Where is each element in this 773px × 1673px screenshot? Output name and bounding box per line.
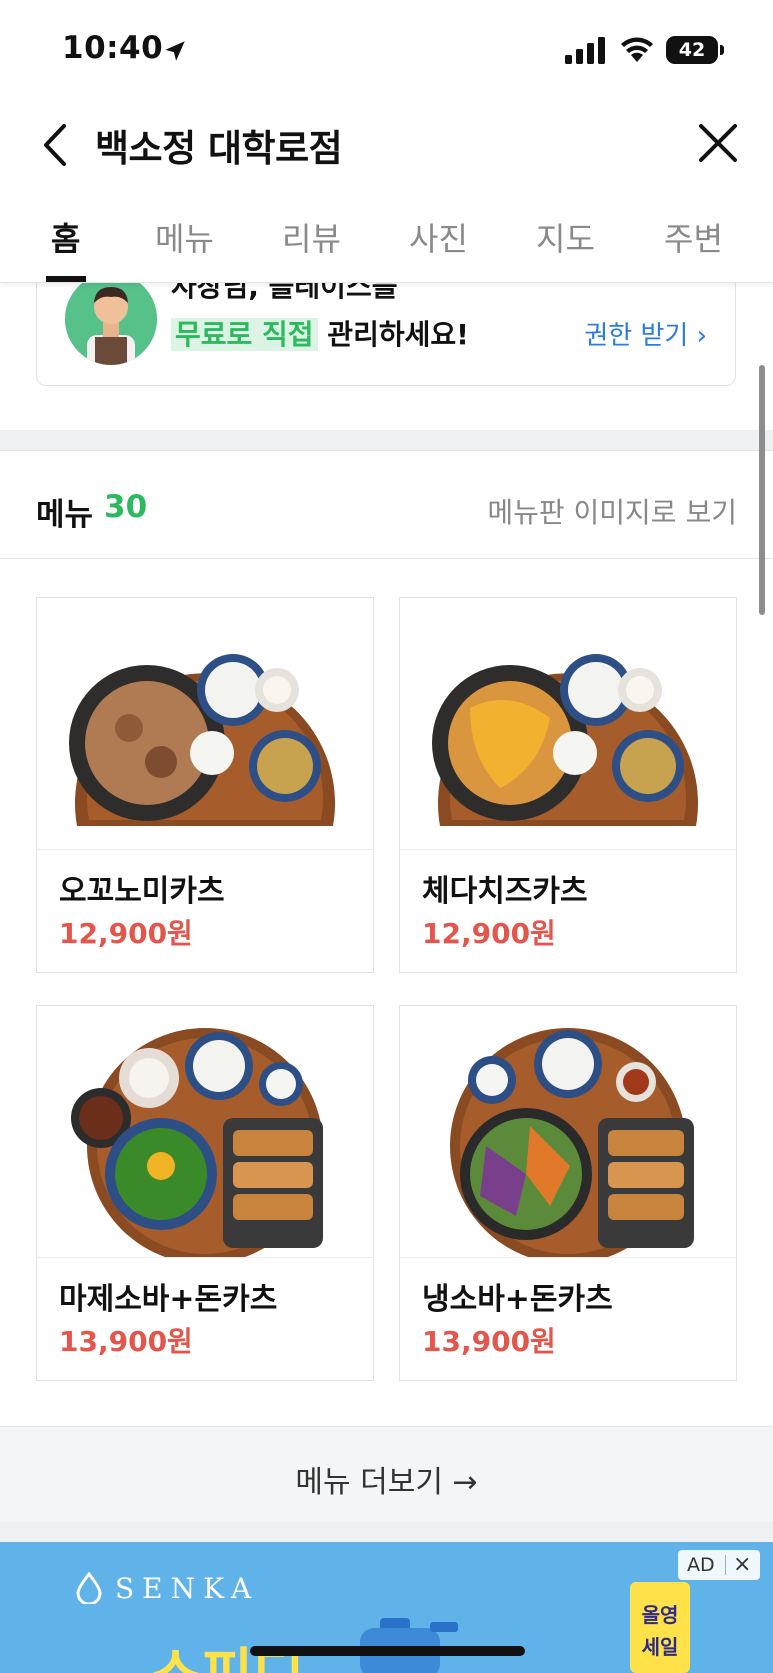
scrollbar[interactable] <box>759 365 765 615</box>
svg-text:세일: 세일 <box>642 1635 679 1659</box>
close-icon[interactable] <box>697 122 739 164</box>
battery-icon: 42 <box>666 36 718 64</box>
tab-map[interactable]: 지도 <box>536 214 595 260</box>
menu-item-price: 12,900원 <box>422 917 556 950</box>
menu-item-photo <box>37 598 373 850</box>
menu-item-photo <box>400 1006 736 1258</box>
menu-card[interactable]: 냉소바+돈카츠 13,900원 <box>399 1005 737 1381</box>
page-title: 백소정 대학로점 <box>95 127 343 170</box>
menu-item-name: 냉소바+돈카츠 <box>422 1282 613 1317</box>
svg-text:올영: 올영 <box>642 1603 679 1627</box>
menu-item-price: 13,900원 <box>422 1325 556 1358</box>
olive-young-sale-badge: 올영 세일 <box>630 1582 690 1673</box>
menu-item-price: 13,900원 <box>59 1325 193 1358</box>
status-bar: 10:40 42 <box>0 0 773 100</box>
tab-photos[interactable]: 사진 <box>409 214 468 260</box>
menu-section-header: 메뉴 30 메뉴판 이미지로 보기 <box>0 451 773 559</box>
section-divider <box>0 1522 773 1542</box>
active-tab-indicator <box>46 276 86 282</box>
more-menu-button[interactable]: 메뉴 더보기 → <box>0 1426 773 1522</box>
menu-item-name: 체다치즈카츠 <box>422 874 588 909</box>
ad-label: AD <box>687 1554 715 1576</box>
menu-board-image-link[interactable]: 메뉴판 이미지로 보기 <box>487 491 737 531</box>
owner-banner-line2: 무료로 직접 관리하세요! <box>171 313 469 353</box>
more-menu-label: 메뉴 더보기 → <box>295 1465 478 1500</box>
section-divider <box>0 430 773 450</box>
ad-close-badge[interactable]: AD × <box>678 1550 760 1580</box>
ad-close-icon[interactable]: × <box>733 1552 751 1577</box>
tab-reviews[interactable]: 리뷰 <box>282 214 341 260</box>
menu-card[interactable]: 마제소바+돈카츠 13,900원 <box>36 1005 374 1381</box>
menu-item-photo <box>400 598 736 850</box>
status-time: 10:40 <box>62 30 164 66</box>
home-indicator <box>250 1646 525 1656</box>
back-chevron-icon[interactable] <box>38 120 72 170</box>
top-bar: 백소정 대학로점 <box>0 100 773 190</box>
menu-card[interactable]: 체다치즈카츠 12,900원 <box>399 597 737 973</box>
menu-item-price: 12,900원 <box>59 917 193 950</box>
menu-item-name: 오꼬노미카츠 <box>59 874 225 909</box>
senka-drop-icon <box>76 1572 102 1604</box>
menu-count: 30 <box>104 489 148 525</box>
location-arrow-icon <box>165 41 185 61</box>
menu-item-photo <box>37 1006 373 1258</box>
ad-badge-divider <box>725 1555 726 1575</box>
menu-card[interactable]: 오꼬노미카츠 12,900원 <box>36 597 374 973</box>
get-permission-link[interactable]: 권한 받기 › <box>584 315 707 352</box>
wifi-icon <box>621 37 653 62</box>
battery-nub <box>720 45 724 55</box>
tab-bar: 홈 메뉴 리뷰 사진 지도 주변 <box>0 190 773 283</box>
tab-home[interactable]: 홈 <box>51 214 80 260</box>
owner-avatar <box>65 273 157 365</box>
owner-banner-rest: 관리하세요! <box>317 318 469 351</box>
ad-brand-logo: SENKA <box>115 1572 260 1605</box>
tab-nearby[interactable]: 주변 <box>664 214 723 260</box>
menu-section-title: 메뉴 <box>36 497 94 533</box>
owner-banner-highlight: 무료로 직접 <box>171 318 318 351</box>
menu-item-name: 마제소바+돈카츠 <box>59 1282 278 1317</box>
cellular-signal-icon <box>565 37 605 64</box>
tab-menu[interactable]: 메뉴 <box>155 214 214 260</box>
